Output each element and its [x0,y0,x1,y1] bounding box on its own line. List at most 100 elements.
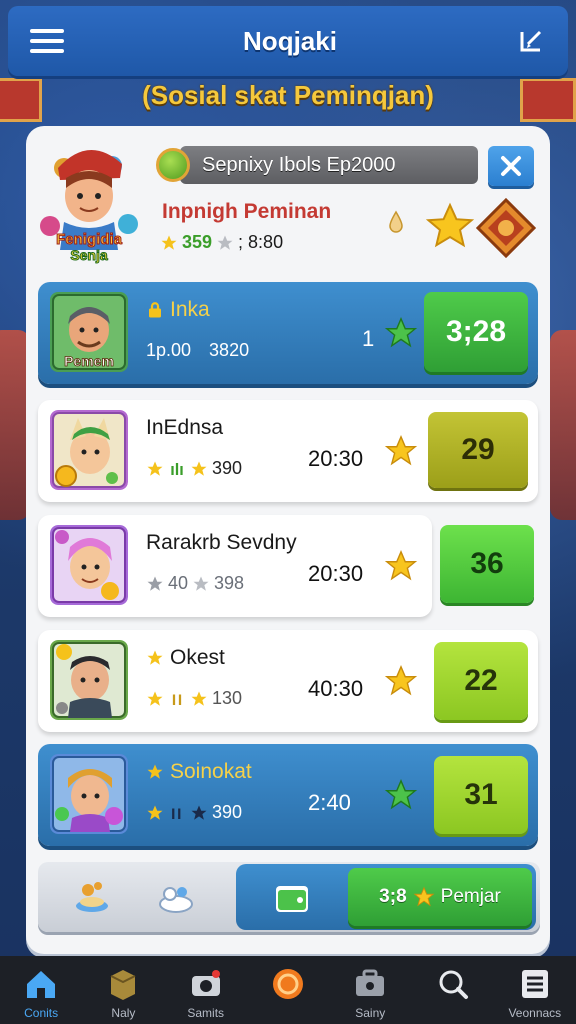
action-bar: 3;8 Pemjar [38,862,540,932]
nav-label: Sainy [355,1006,386,1020]
player-row[interactable]: Okest 130 40:30 22 [38,630,538,732]
player-name-group: InEdnsa [146,416,223,440]
star-icon [191,461,207,476]
page-subtitle: (Sosial skat Peminqjan) [142,80,434,110]
player-name-group: Rarakrb Sevdny [146,531,297,555]
briefcase-icon [356,969,385,996]
player-name: Okest [170,646,225,669]
cloud-icon[interactable] [156,876,196,916]
score-button[interactable]: 3;28 [424,292,528,372]
star-icon [147,764,163,779]
player-time: 20:30 [308,446,364,471]
star-icon [384,779,418,810]
star-icon [384,435,418,466]
player-row[interactable]: InEdnsa 390 20:30 29 [38,400,538,502]
player-name-group: Okest [146,646,225,670]
nav-label: Veonnacs [508,1006,562,1020]
star-icon [147,461,163,476]
player-stats: 390 [146,458,242,479]
list-icon [521,970,548,998]
coins-icon[interactable] [72,876,112,916]
nav-item-coin[interactable] [247,956,329,1024]
nav-item-list[interactable]: Veonnacs [494,956,576,1024]
player-stats: 40 398 [146,573,244,594]
main-panel: Fenigidia Senja Inpnigh Peminan 359 ; 8:… [26,126,550,954]
player-stat: 390 [212,802,243,822]
player-row[interactable]: Rarakrb Sevdny 40 398 20:30 [38,515,432,617]
score-button[interactable]: 31 [434,756,528,834]
arrow-up-icon [172,808,181,819]
coin-icon [272,969,303,999]
star-icon [147,691,163,706]
star-icon [191,691,207,706]
player-avatar [50,640,128,720]
star-icon [384,550,418,581]
player-time: 40:30 [308,676,364,701]
player-avatar: Pemem [50,292,128,372]
player-row[interactable]: Soinokat 390 2:40 31 [38,744,538,846]
star-outline-icon [217,235,233,250]
player-avatar [50,410,128,490]
player-stats: 1p.00 3820 [146,340,249,361]
player-row[interactable]: Pemem Inka 1p.00 3820 1 3;28 [38,282,538,384]
nav-item-camera[interactable]: Samits [165,956,247,1024]
score-button[interactable]: 29 [428,412,528,488]
star-icon [384,665,418,696]
star-icon [147,650,163,665]
score-button[interactable]: 36 [440,525,534,603]
player-avatar-label: Pemem [64,353,114,369]
player-stats: 130 [146,688,242,709]
star-icon [147,805,163,820]
profile-stat-b: ; 8:80 [238,232,284,252]
emblem-icon[interactable] [476,198,536,258]
nav-item-home[interactable]: Conits [0,956,82,1024]
nav-label: Samits [187,1006,225,1020]
nav-item-box[interactable]: Naly [82,956,164,1024]
search-input[interactable] [180,146,478,184]
profile-stats: 359 ; 8:80 [160,232,283,253]
profile-name: Inpnigh Peminan [162,200,332,223]
score-button[interactable]: 22 [434,642,528,720]
player-stat-secondary: 3820 [209,340,250,360]
search-icon [439,970,468,999]
player-name: Rarakrb Sevdny [146,531,297,554]
player-name-group: Soinokat [146,760,252,784]
nav-item-search[interactable] [411,956,493,1024]
coin-icon [156,148,190,182]
top-bar: Noqjaki [8,6,568,76]
home-icon [27,971,56,998]
player-name-group: Inka [146,298,210,322]
profile-avatar[interactable]: Fenigidia Senja [40,138,138,268]
star-icon [161,235,177,250]
app-title: Noqjaki [243,25,337,56]
player-avatar [50,525,128,605]
nav-label: Naly [111,1006,136,1020]
wallet-icon[interactable] [272,878,312,918]
bottom-navigation: Conits Naly Samits Sainy Veonnacs [0,956,576,1024]
star-icon [426,202,474,248]
player-stat-secondary: 398 [214,573,245,593]
star-icon [191,805,207,820]
avatar-label-top: Fenigidia [56,231,122,248]
nav-label: Conits [24,1006,59,1020]
close-icon [501,156,521,176]
player-name: Inka [170,298,210,321]
player-time: 2:40 [308,790,351,815]
player-time: 20:30 [308,561,364,586]
background-decoration-right [550,330,576,520]
edit-icon[interactable] [516,26,546,56]
drop-icon [389,210,403,233]
camera-icon [191,970,220,996]
box-icon [110,970,136,1000]
hamburger-menu-icon[interactable] [30,29,64,53]
star-outline-icon [147,576,163,591]
profile-stat-a: 359 [182,232,213,252]
lock-icon [149,302,161,318]
close-button[interactable] [488,146,534,186]
player-name: InEdnsa [146,416,224,439]
primary-action-button[interactable]: 3;8 Pemjar [348,868,532,926]
nav-item-briefcase[interactable]: Sainy [329,956,411,1024]
search-bar [156,146,478,184]
player-stats: 390 [146,802,242,823]
action-label: Pemjar [440,886,501,907]
